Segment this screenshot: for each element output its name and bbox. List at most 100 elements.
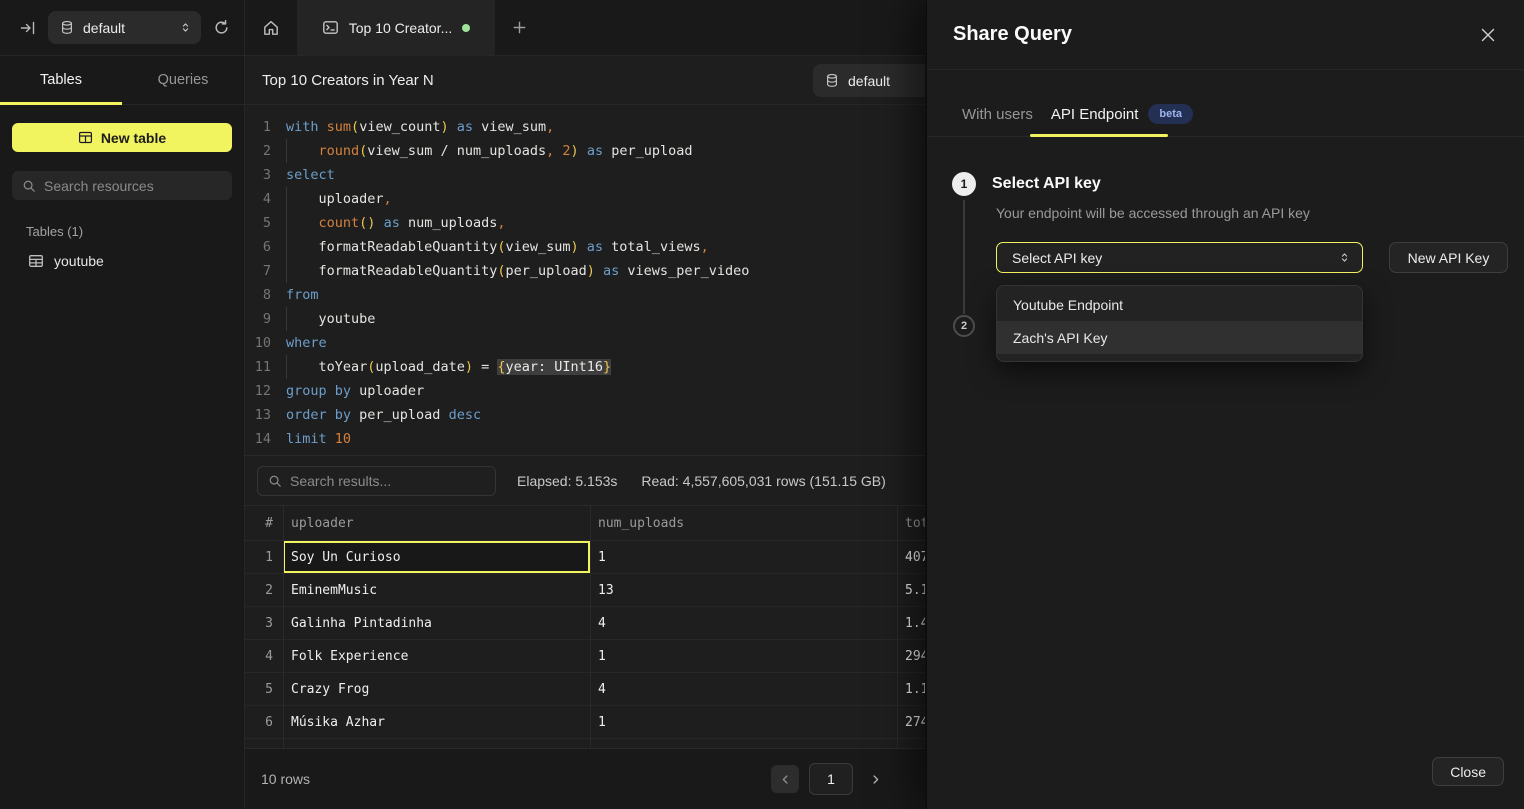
resource-search-input[interactable] [44, 178, 222, 194]
column-header-num-uploads[interactable]: num_uploads [590, 516, 897, 531]
close-button[interactable]: Close [1432, 757, 1504, 786]
cell-uploader[interactable]: Músika Azhar [283, 706, 590, 738]
indent-guide [286, 139, 287, 163]
tab-with-users[interactable]: With users [962, 106, 1033, 123]
token: per_upload [603, 143, 692, 159]
code-text: formatReadableQuantity(view_sum) as tota… [286, 235, 709, 259]
token: toYear [286, 359, 367, 375]
column-header-total-views[interactable]: tot [897, 516, 925, 531]
cell-num-uploads[interactable]: 4 [590, 673, 897, 705]
token: , [497, 215, 505, 231]
sql-editor[interactable]: 1with sum(view_count) as view_sum,2 roun… [245, 105, 925, 455]
table-icon [28, 253, 44, 269]
menu-option[interactable]: Youtube Endpoint [997, 288, 1362, 321]
token: where [286, 335, 327, 351]
line-number: 11 [245, 355, 271, 379]
indent-guide [286, 259, 287, 283]
indent-guide [286, 235, 287, 259]
cell-total-views[interactable]: 407 [897, 541, 925, 573]
token: limit [286, 431, 327, 447]
token [449, 119, 457, 135]
column-header-index[interactable]: # [245, 516, 283, 531]
menu-option[interactable]: Zach's API Key [997, 321, 1362, 354]
table-row[interactable]: 4Folk Experience1294 [245, 640, 925, 673]
query-title: Top 10 Creators in Year N [262, 72, 434, 89]
line-number: 10 [245, 331, 271, 355]
plus-icon [512, 20, 527, 35]
cell-total-views[interactable]: 5.1 [897, 574, 925, 606]
results-search[interactable] [257, 466, 496, 496]
new-tab-button[interactable] [495, 0, 543, 55]
next-page-button[interactable] [863, 765, 887, 793]
cell-uploader[interactable]: Folk Experience [283, 640, 590, 672]
token: as [587, 239, 603, 255]
token: desc [440, 407, 481, 423]
table-row[interactable]: 6Músika Azhar1274 [245, 706, 925, 739]
sidebar-item-youtube[interactable]: youtube [0, 253, 244, 269]
table-row[interactable]: 2EminemMusic135.1 [245, 574, 925, 607]
tables-section-label: Tables (1) [26, 224, 244, 239]
token: round [319, 143, 360, 159]
token: uploader [286, 191, 384, 207]
home-button[interactable] [245, 0, 297, 55]
token: upload_date [375, 359, 464, 375]
database-selector[interactable]: default [48, 11, 201, 44]
new-api-key-button[interactable]: New API Key [1389, 242, 1508, 273]
token [286, 215, 319, 231]
results-search-input[interactable] [290, 473, 485, 489]
token: view_sum / num_uploads [367, 143, 546, 159]
step-2-indicator: 2 [953, 315, 975, 337]
page-number-button[interactable]: 1 [809, 763, 853, 795]
line-number: 12 [245, 379, 271, 403]
token: youtube [286, 311, 375, 327]
search-icon [22, 179, 36, 193]
cell-uploader[interactable]: Galinha Pintadinha [283, 607, 590, 639]
resource-search[interactable] [12, 171, 232, 200]
column-header-uploader[interactable]: uploader [283, 516, 590, 531]
table-row[interactable]: 3Galinha Pintadinha41.4 [245, 607, 925, 640]
step-1-title: Select API key [992, 172, 1101, 196]
token: , [701, 239, 709, 255]
active-tab-underline [0, 102, 122, 105]
cell-num-uploads[interactable]: 4 [590, 607, 897, 639]
results-table-body: 1Soy Un Curioso14072EminemMusic135.13Gal… [245, 541, 925, 739]
refresh-icon[interactable] [213, 19, 230, 36]
table-row[interactable]: 1Soy Un Curioso1407 [245, 541, 925, 574]
previous-page-button[interactable] [771, 765, 799, 793]
cell-total-views[interactable]: 294 [897, 640, 925, 672]
api-key-select[interactable]: Select API key [996, 242, 1363, 273]
step-1-subtitle: Your endpoint will be accessed through a… [996, 205, 1310, 221]
line-number: 3 [245, 163, 271, 187]
cell-total-views[interactable]: 1.4 [897, 607, 925, 639]
cell-total-views[interactable]: 1.1 [897, 673, 925, 705]
table-row[interactable]: 5Crazy Frog41.1 [245, 673, 925, 706]
line-number: 1 [245, 115, 271, 139]
token: year: UInt16 [506, 359, 604, 375]
token: ) [571, 239, 579, 255]
close-icon[interactable] [1480, 27, 1496, 43]
new-table-button[interactable]: New table [12, 123, 232, 152]
cell-num-uploads[interactable]: 1 [590, 706, 897, 738]
row-number: 3 [245, 607, 283, 639]
cell-num-uploads[interactable]: 13 [590, 574, 897, 606]
read-stat: Read: 4,557,605,031 rows (151.15 GB) [641, 473, 885, 489]
cell-uploader[interactable]: EminemMusic [283, 574, 590, 606]
query-database-selector[interactable]: default [813, 64, 925, 97]
tab-api-endpoint[interactable]: API Endpointbeta [1051, 104, 1193, 124]
cell-total-views[interactable]: 274 [897, 706, 925, 738]
table-name: youtube [54, 253, 104, 269]
token: 2 [562, 143, 570, 159]
cell-uploader[interactable]: Crazy Frog [283, 673, 590, 705]
cell-uploader[interactable]: Soy Un Curioso [283, 541, 590, 573]
code-line: 6 formatReadableQuantity(view_sum) as to… [245, 235, 925, 259]
sidebar-expand-icon[interactable] [20, 20, 36, 36]
tab-tables[interactable]: Tables [0, 56, 122, 104]
tab-queries[interactable]: Queries [122, 56, 244, 104]
cell-num-uploads[interactable]: 1 [590, 640, 897, 672]
code-text: select [286, 163, 335, 187]
cell-num-uploads[interactable]: 1 [590, 541, 897, 573]
code-line: 10 where [245, 331, 925, 355]
token: view_sum [505, 239, 570, 255]
query-tab[interactable]: Top 10 Creator... [297, 0, 495, 55]
line-number: 8 [245, 283, 271, 307]
